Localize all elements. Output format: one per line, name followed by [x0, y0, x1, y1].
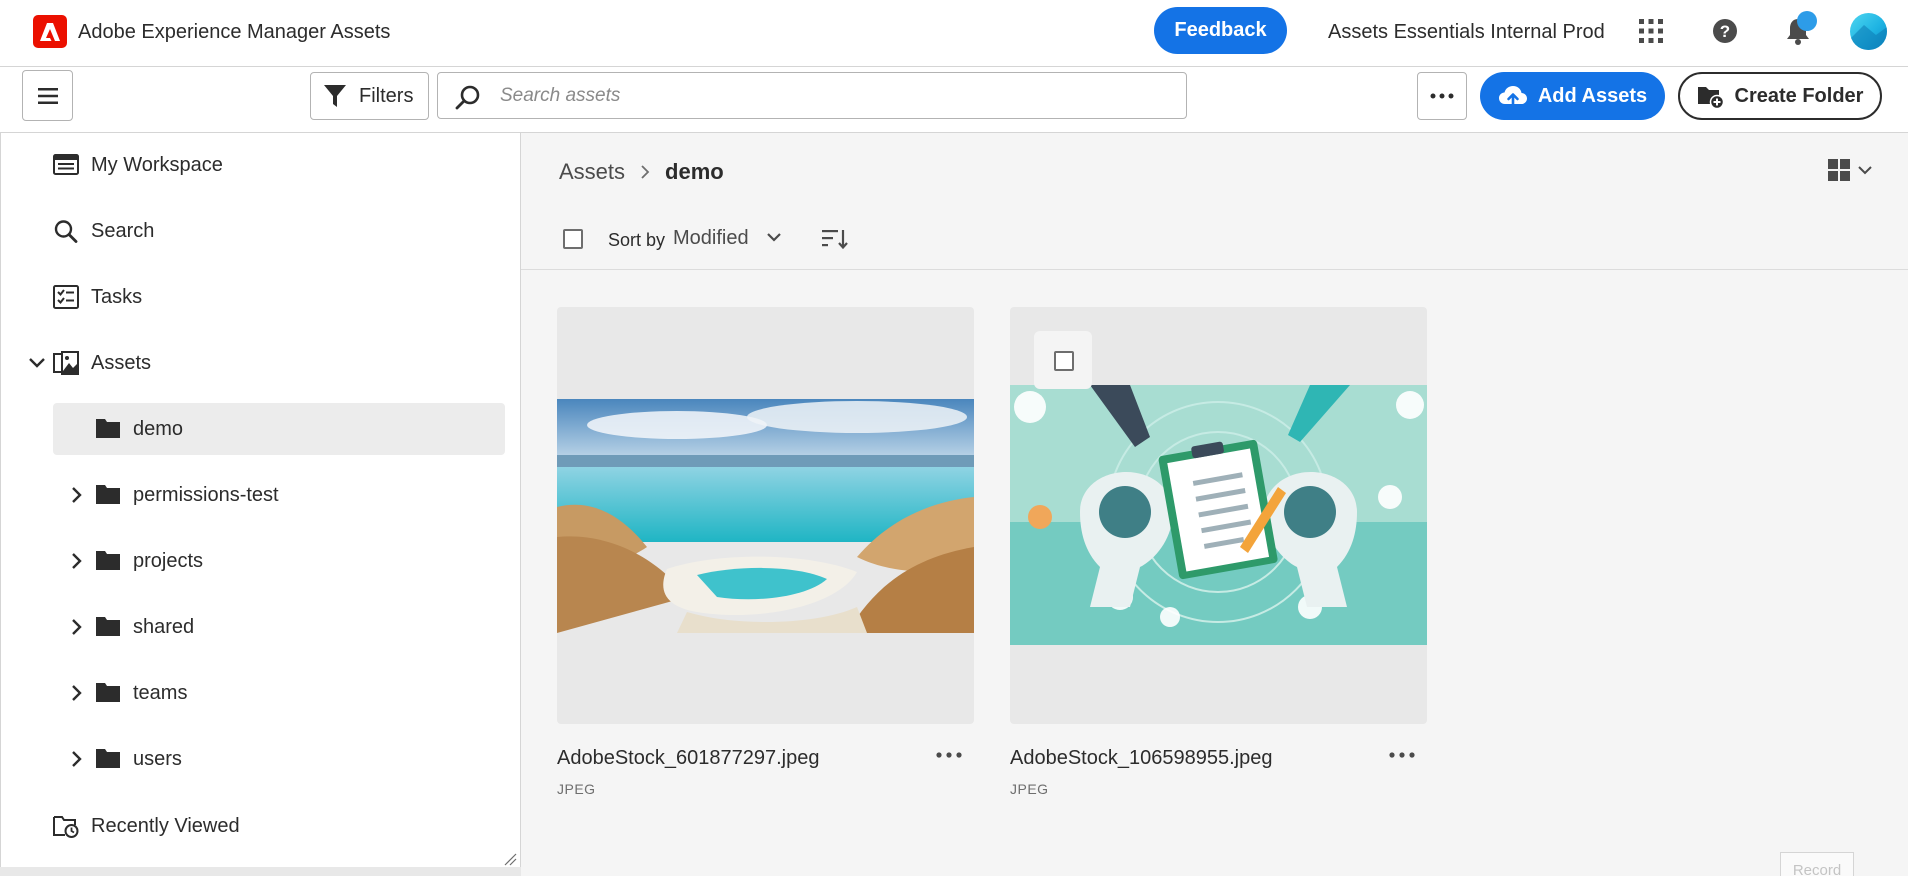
folder-icon	[96, 419, 120, 438]
folder-label: teams	[133, 682, 188, 704]
org-switcher[interactable]: Assets Essentials Internal Prod	[1328, 21, 1605, 44]
sort-by-label: Sort by	[608, 230, 666, 250]
chevron-down-icon[interactable]	[765, 228, 783, 246]
assets-icon	[53, 351, 79, 375]
content-header: Assets demo Sort by Modified	[521, 133, 1908, 270]
asset-name[interactable]: AdobeStock_106598955.jpeg	[1010, 747, 1272, 770]
chevron-right-icon[interactable]	[67, 551, 87, 571]
asset-thumbnail[interactable]	[1010, 307, 1427, 724]
sidebar-horizontal-scrollbar[interactable]	[0, 867, 521, 876]
breadcrumb-assets-link[interactable]: Assets	[559, 159, 625, 185]
hamburger-icon	[37, 87, 58, 104]
asset-type: JPEG	[557, 781, 596, 797]
add-assets-label: Add Assets	[1537, 84, 1648, 107]
sidebar-item-label: Assets	[91, 351, 152, 374]
chevron-right-icon[interactable]	[67, 749, 87, 769]
hamburger-menu-button[interactable]	[22, 70, 73, 121]
top-header: Adobe Experience Manager Assets Feedback…	[0, 0, 1908, 67]
folder-item-teams[interactable]: teams	[53, 667, 505, 719]
apps-grid-icon[interactable]	[1637, 17, 1665, 45]
folder-item-users[interactable]: users	[53, 733, 505, 785]
sidebar-item-tasks[interactable]: Tasks	[1, 272, 506, 322]
record-button[interactable]: Record	[1780, 852, 1854, 876]
breadcrumb: Assets demo	[559, 159, 724, 185]
add-assets-button[interactable]: Add Assets	[1480, 72, 1665, 120]
sidebar: My Workspace Search Tasks Assets demo pe…	[0, 133, 521, 876]
chevron-down-icon	[1858, 166, 1872, 175]
folder-icon	[96, 749, 120, 768]
main-content: Assets demo Sort by Modified AdobeStock_…	[521, 133, 1908, 876]
create-folder-label: Create Folder	[1734, 84, 1864, 107]
chevron-right-icon[interactable]	[67, 617, 87, 637]
asset-name[interactable]: AdobeStock_601877297.jpeg	[557, 747, 819, 770]
filters-button[interactable]: Filters	[310, 72, 429, 120]
sidebar-item-label: My Workspace	[91, 153, 223, 176]
cloud-upload-icon	[1498, 86, 1527, 108]
sidebar-item-label: Tasks	[91, 285, 143, 308]
tasks-icon	[53, 285, 79, 309]
folder-item-shared[interactable]: shared	[53, 601, 505, 653]
sidebar-item-search[interactable]: Search	[1, 206, 506, 256]
avatar[interactable]	[1850, 13, 1887, 50]
adobe-logo-icon[interactable]	[33, 15, 67, 48]
breadcrumb-current: demo	[665, 159, 724, 184]
chevron-down-icon[interactable]	[27, 353, 47, 373]
dead-sea-image	[557, 399, 974, 633]
sort-dropdown[interactable]: Modified	[673, 227, 749, 250]
chevron-right-icon	[639, 164, 651, 180]
folder-label: demo	[133, 418, 184, 440]
workspace-icon	[53, 154, 79, 175]
folder-item-projects[interactable]: projects	[53, 535, 505, 587]
more-icon	[1389, 752, 1415, 758]
asset-more-button[interactable]	[1386, 743, 1418, 767]
asset-select-checkbox[interactable]	[1034, 331, 1092, 389]
folder-label: projects	[133, 550, 204, 572]
view-mode-toggle[interactable]	[1827, 153, 1879, 187]
folder-icon	[96, 485, 120, 504]
create-folder-button[interactable]: Create Folder	[1678, 72, 1882, 120]
folder-label: permissions-test	[133, 484, 279, 506]
search-icon	[455, 85, 480, 110]
svg-text:?: ?	[1720, 22, 1730, 41]
filters-label: Filters	[359, 84, 414, 107]
chevron-right-icon[interactable]	[67, 683, 87, 703]
sidebar-item-label: Recently Viewed	[91, 814, 240, 837]
grid-view-icon	[1828, 159, 1850, 181]
sidebar-item-label: Search	[91, 219, 155, 242]
sidebar-item-recently-viewed[interactable]: Recently Viewed	[1, 801, 506, 851]
search-input[interactable]	[500, 82, 1160, 110]
more-icon	[1430, 93, 1454, 99]
asset-type: JPEG	[1010, 781, 1049, 797]
resize-handle-icon[interactable]	[503, 852, 517, 866]
select-all-checkbox[interactable]	[563, 229, 583, 249]
folder-icon	[96, 683, 120, 702]
sidebar-item-assets[interactable]: Assets	[1, 338, 506, 388]
sidebar-item-my-workspace[interactable]: My Workspace	[1, 140, 506, 190]
asset-more-button[interactable]	[933, 743, 965, 767]
chevron-right-icon[interactable]	[67, 485, 87, 505]
more-actions-button[interactable]	[1417, 72, 1467, 120]
search-field[interactable]	[437, 72, 1187, 119]
folder-label: users	[133, 748, 182, 770]
folder-add-icon	[1697, 87, 1724, 109]
folder-item-permissions-test[interactable]: permissions-test	[53, 469, 505, 521]
asset-thumbnail[interactable]	[557, 307, 974, 724]
notification-badge	[1797, 11, 1817, 31]
help-icon[interactable]: ?	[1711, 17, 1739, 45]
app-title[interactable]: Adobe Experience Manager Assets	[78, 21, 390, 44]
folder-icon	[96, 617, 120, 636]
recent-icon	[53, 816, 79, 838]
toolbar: Filters Add Assets Create Folder	[0, 67, 1908, 133]
feedback-button[interactable]: Feedback	[1154, 7, 1287, 54]
search-icon	[54, 220, 78, 243]
more-icon	[936, 752, 962, 758]
folder-label: shared	[133, 616, 195, 638]
filter-icon	[324, 85, 346, 107]
folder-item-demo[interactable]: demo	[53, 403, 505, 455]
folder-icon	[96, 551, 120, 570]
sort-order-icon[interactable]	[821, 227, 849, 251]
